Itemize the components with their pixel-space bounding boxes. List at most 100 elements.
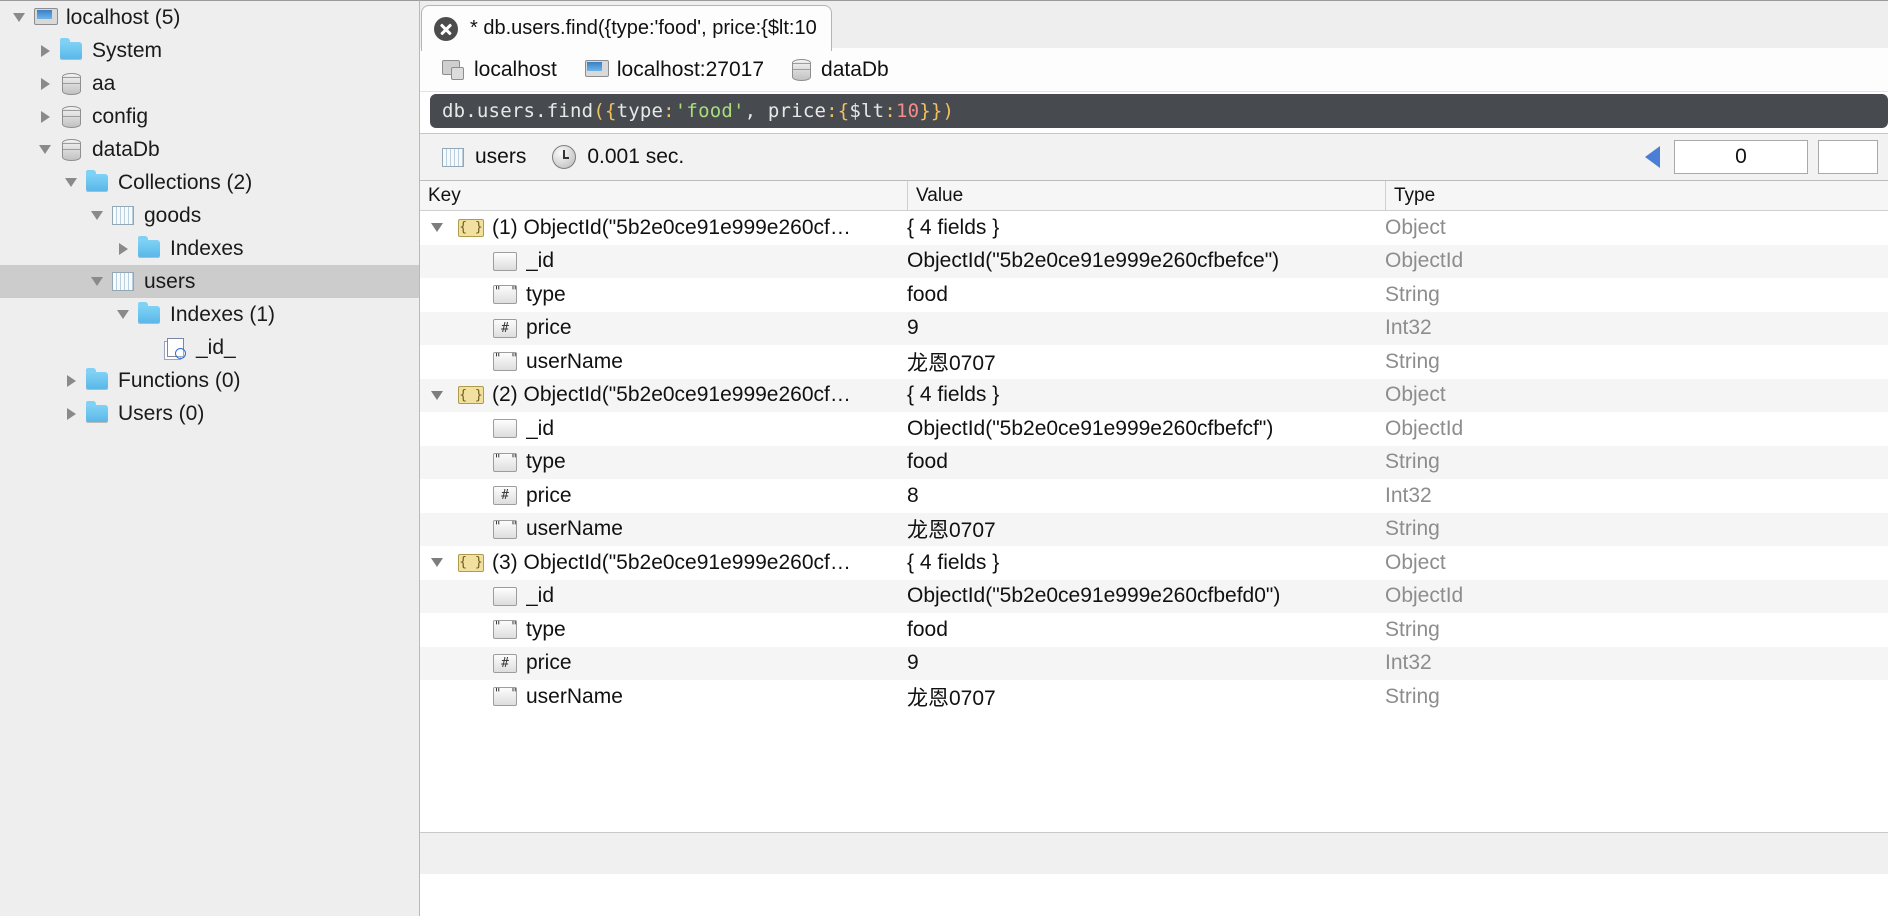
table-row[interactable]: " " type food String bbox=[420, 445, 1888, 480]
cell-type: Int32 bbox=[1385, 651, 1432, 675]
column-header-value[interactable]: Value bbox=[907, 181, 1385, 210]
key-label: (1) ObjectId("5b2e0ce91e999e260cf… bbox=[492, 215, 851, 239]
tree-item-functions-0[interactable]: Functions (0) bbox=[0, 364, 419, 397]
table-row[interactable]: # price 8 Int32 bbox=[420, 479, 1888, 513]
chevron-right-icon[interactable] bbox=[60, 364, 82, 397]
query-token: 10 bbox=[895, 100, 920, 122]
tree-item-aa[interactable]: aa bbox=[0, 67, 419, 100]
table-row[interactable]: " " userName 龙恩0707 String bbox=[420, 345, 1888, 379]
chevron-down-icon[interactable] bbox=[86, 265, 108, 298]
table-row[interactable]: " " userName 龙恩0707 String bbox=[420, 512, 1888, 546]
chevron-down-icon[interactable] bbox=[86, 199, 108, 232]
cell-key: _id bbox=[420, 245, 907, 279]
chevron-down-icon[interactable] bbox=[112, 298, 134, 331]
table-row[interactable]: { } (2) ObjectId("5b2e0ce91e999e260cf… { 4… bbox=[420, 378, 1888, 412]
key-label: (2) ObjectId("5b2e0ce91e999e260cf… bbox=[492, 383, 851, 407]
database-tree-sidebar[interactable]: localhost (5) System aa config dataDb Collect… bbox=[0, 0, 420, 916]
cell-value: food bbox=[907, 450, 948, 474]
tree-item-indexes-1[interactable]: Indexes (1) bbox=[0, 298, 419, 331]
tree-item-config[interactable]: config bbox=[0, 100, 419, 133]
tree-item-users-0[interactable]: Users (0) bbox=[0, 397, 419, 430]
table-row[interactable]: " " type food String bbox=[420, 278, 1888, 312]
breadcrumb-item-localhost-27017[interactable]: localhost:27017 bbox=[584, 58, 764, 82]
status-collection-label: users bbox=[475, 145, 527, 168]
chevron-down-icon[interactable] bbox=[420, 390, 454, 400]
cell-key: # price bbox=[420, 479, 907, 513]
status-time-label: 0.001 sec. bbox=[587, 145, 685, 168]
chevron-down-icon[interactable] bbox=[420, 558, 454, 568]
monitor-icon bbox=[584, 60, 609, 79]
row-type-icon: { } bbox=[454, 553, 488, 572]
column-header-type[interactable]: Type bbox=[1385, 181, 1888, 210]
query-token: type bbox=[616, 100, 664, 122]
row-type-icon: # bbox=[488, 486, 522, 506]
table-row[interactable]: _id ObjectId("5b2e0ce91e999e260cfbefd0") O… bbox=[420, 579, 1888, 613]
limit-input[interactable] bbox=[1818, 140, 1878, 174]
key-label: userName bbox=[526, 684, 623, 708]
objectid-icon bbox=[493, 251, 517, 271]
left-arrow-icon[interactable] bbox=[1645, 146, 1660, 168]
cell-type: Object bbox=[1385, 550, 1446, 574]
query-token: } bbox=[919, 100, 931, 122]
close-icon[interactable] bbox=[434, 16, 458, 41]
result-status-bar: users 0.001 sec. 0 bbox=[420, 133, 1888, 181]
tree-item-localhost-5[interactable]: localhost (5) bbox=[0, 1, 419, 34]
tree-item-users[interactable]: users bbox=[0, 265, 419, 298]
query-tab[interactable]: * db.users.find({type:'food', price:{$lt… bbox=[421, 5, 832, 51]
tree-item-icon bbox=[82, 401, 112, 422]
table-row[interactable]: " " type food String bbox=[420, 613, 1888, 647]
cell-type: ObjectId bbox=[1385, 416, 1464, 440]
chevron-down-icon[interactable] bbox=[60, 166, 82, 199]
breadcrumb-item-localhost[interactable]: localhost bbox=[442, 58, 557, 82]
key-label: _id bbox=[526, 584, 555, 608]
breadcrumb-label: localhost bbox=[474, 57, 557, 81]
cell-type: ObjectId bbox=[1385, 249, 1464, 273]
cell-value: ObjectId("5b2e0ce91e999e260cfbefcf") bbox=[907, 416, 1274, 440]
tree-item-goods[interactable]: goods bbox=[0, 199, 419, 232]
cell-value: food bbox=[907, 282, 948, 306]
string-icon: " " bbox=[493, 519, 518, 539]
column-header-key[interactable]: Key bbox=[420, 181, 907, 210]
key-label: price bbox=[526, 483, 572, 507]
tree-item-id[interactable]: _id_ bbox=[0, 331, 419, 364]
row-type-icon bbox=[488, 419, 522, 439]
breadcrumb-item-datadb[interactable]: dataDb bbox=[792, 58, 889, 82]
table-row[interactable]: " " userName 龙恩0707 String bbox=[420, 680, 1888, 714]
table-row[interactable]: _id ObjectId("5b2e0ce91e999e260cfbefce") O… bbox=[420, 244, 1888, 279]
tree-item-icon bbox=[56, 38, 86, 59]
tree-item-label: Indexes bbox=[170, 236, 244, 260]
tree-item-datadb[interactable]: dataDb bbox=[0, 133, 419, 166]
table-row[interactable]: { } (1) ObjectId("5b2e0ce91e999e260cf… { 4… bbox=[420, 211, 1888, 245]
objectid-icon bbox=[493, 419, 517, 439]
row-type-icon bbox=[488, 251, 522, 271]
row-type-icon bbox=[488, 586, 522, 606]
query-input[interactable]: db.users.find({type:'food', price:{$lt:1… bbox=[430, 94, 1888, 128]
monitor-icon bbox=[34, 8, 58, 27]
tree-item-indexes[interactable]: Indexes bbox=[0, 232, 419, 265]
chevron-down-icon[interactable] bbox=[34, 133, 56, 166]
chevron-right-icon[interactable] bbox=[112, 232, 134, 265]
skip-input[interactable]: 0 bbox=[1674, 140, 1808, 174]
int-icon: # bbox=[493, 318, 517, 338]
chevron-right-icon[interactable] bbox=[34, 67, 56, 100]
chevron-right-icon[interactable] bbox=[34, 34, 56, 67]
chevron-down-icon[interactable] bbox=[420, 223, 454, 233]
query-text: db.users.find({type:'food', price:{$lt:1… bbox=[442, 100, 954, 122]
table-row[interactable]: # price 9 Int32 bbox=[420, 646, 1888, 680]
cell-value: ObjectId("5b2e0ce91e999e260cfbefce") bbox=[907, 249, 1280, 273]
cell-value: 9 bbox=[907, 651, 919, 675]
chevron-right-icon[interactable] bbox=[34, 100, 56, 133]
table-row[interactable]: { } (3) ObjectId("5b2e0ce91e999e260cf… { 4… bbox=[420, 546, 1888, 580]
tree-item-system[interactable]: System bbox=[0, 34, 419, 67]
tree-item-icon bbox=[108, 206, 138, 225]
cell-value: ObjectId("5b2e0ce91e999e260cfbefd0") bbox=[907, 584, 1281, 608]
table-row[interactable]: # price 9 Int32 bbox=[420, 311, 1888, 345]
table-row[interactable]: _id ObjectId("5b2e0ce91e999e260cfbefcf") O… bbox=[420, 412, 1888, 446]
paging-controls[interactable]: 0 bbox=[1645, 140, 1888, 174]
chevron-down-icon[interactable] bbox=[8, 1, 30, 34]
tab-title: * db.users.find({type:'food', price:{$lt… bbox=[470, 17, 817, 39]
tree-item-collections-2[interactable]: Collections (2) bbox=[0, 166, 419, 199]
cell-key: " " type bbox=[420, 446, 907, 480]
chevron-right-icon[interactable] bbox=[60, 397, 82, 430]
collection-icon bbox=[442, 147, 464, 167]
